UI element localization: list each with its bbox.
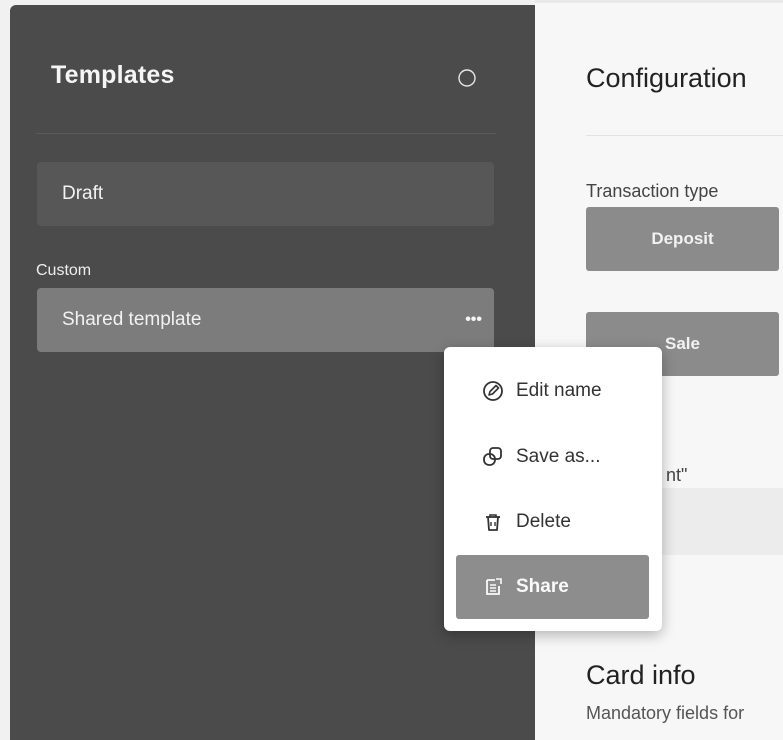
card-info-subtitle: Mandatory fields for xyxy=(586,703,745,723)
page-title: Configuration xyxy=(586,63,747,93)
menu-item-share[interactable]: Share xyxy=(456,555,649,619)
template-item-draft[interactable]: Draft xyxy=(37,162,494,226)
menu-item-delete[interactable]: Delete xyxy=(456,490,649,554)
sidebar-title: Templates xyxy=(51,61,175,89)
card-info-title: Card info xyxy=(586,660,696,690)
menu-item-label: Share xyxy=(516,576,569,597)
copy-icon xyxy=(482,446,504,468)
more-options-icon[interactable]: ••• xyxy=(465,311,482,329)
deposit-button[interactable]: Deposit xyxy=(586,207,779,271)
section-label-custom: Custom xyxy=(36,262,92,279)
amount-label: nt" xyxy=(666,465,688,485)
template-context-menu: Edit name Save as... Delete Share xyxy=(444,347,662,631)
share-icon xyxy=(482,576,504,598)
search-icon[interactable] xyxy=(456,67,478,89)
trash-icon xyxy=(482,511,504,533)
menu-item-label: Save as... xyxy=(516,446,601,467)
menu-item-label: Delete xyxy=(516,511,571,532)
menu-item-label: Edit name xyxy=(516,380,602,401)
title-divider xyxy=(586,135,783,136)
template-item-label: Shared template xyxy=(62,309,202,330)
template-item-shared[interactable]: Shared template ••• xyxy=(37,288,494,352)
sidebar-divider xyxy=(36,133,496,134)
menu-item-save-as[interactable]: Save as... xyxy=(456,425,649,489)
transaction-type-label: Transaction type xyxy=(586,181,719,201)
menu-item-edit-name[interactable]: Edit name xyxy=(456,359,649,423)
edit-icon xyxy=(482,380,504,402)
template-item-label: Draft xyxy=(62,183,104,204)
